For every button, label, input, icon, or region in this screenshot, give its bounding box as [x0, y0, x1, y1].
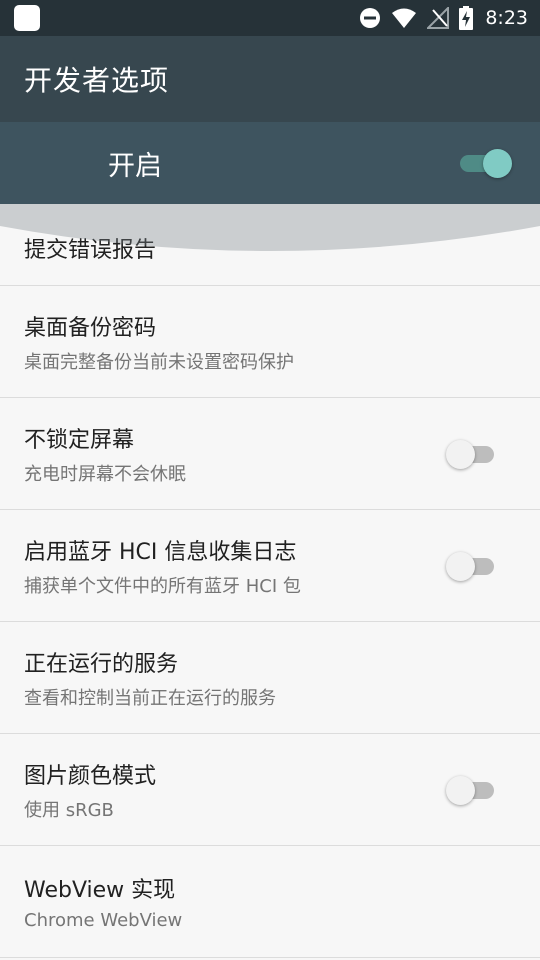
status-bar: 8:23: [0, 0, 540, 36]
battery-charging-icon: [459, 6, 474, 30]
list-item-running-services[interactable]: 正在运行的服务 查看和控制当前正在运行的服务: [0, 622, 540, 734]
preference-list[interactable]: 提交错误报告 桌面备份密码 桌面完整备份当前未设置密码保护 不锁定屏幕 充电时屏…: [0, 204, 540, 960]
master-toggle-switch[interactable]: [458, 146, 512, 180]
list-item-summary: 充电时屏幕不会休眠: [24, 463, 186, 485]
list-item-bluetooth-hci-log[interactable]: 启用蓝牙 HCI 信息收集日志 捕获单个文件中的所有蓝牙 HCI 包: [0, 510, 540, 622]
list-item-title: 图片颜色模式: [24, 763, 157, 789]
list-item-summary: 捕获单个文件中的所有蓝牙 HCI 包: [24, 575, 301, 597]
list-item-bug-report[interactable]: 提交错误报告: [0, 204, 540, 286]
list-item-summary: 查看和控制当前正在运行的服务: [24, 687, 276, 709]
app-toolbar: 开发者选项: [0, 36, 540, 122]
list-item-title: 启用蓝牙 HCI 信息收集日志: [24, 539, 297, 565]
list-item-title: 不锁定屏幕: [24, 427, 135, 453]
list-item-summary: Chrome WebView: [24, 910, 183, 931]
master-switch-label: 开启: [108, 150, 162, 182]
master-switch-bar[interactable]: 开启: [0, 122, 540, 204]
list-item-title: WebView 实现: [24, 878, 176, 903]
bluetooth-hci-toggle-switch[interactable]: [446, 549, 500, 583]
status-time: 8:23: [485, 7, 528, 29]
list-item-desktop-backup-password[interactable]: 桌面备份密码 桌面完整备份当前未设置密码保护: [0, 286, 540, 398]
list-item-title: 桌面备份密码: [24, 315, 157, 341]
list-item-picture-color-mode[interactable]: 图片颜色模式 使用 sRGB: [0, 734, 540, 846]
page-title: 开发者选项: [24, 64, 170, 97]
list-item-title: 提交错误报告: [24, 238, 157, 263]
list-item-summary: 使用 sRGB: [24, 799, 114, 821]
list-item-title: 正在运行的服务: [24, 651, 179, 677]
list-item-summary: 桌面完整备份当前未设置密码保护: [24, 351, 294, 373]
app-notification-icon: [14, 5, 40, 31]
list-item-stay-awake[interactable]: 不锁定屏幕 充电时屏幕不会休眠: [0, 398, 540, 510]
no-signal-icon: [427, 7, 450, 29]
stay-awake-toggle-switch[interactable]: [446, 437, 500, 471]
list-item-webview-implementation[interactable]: WebView 实现 Chrome WebView: [0, 846, 540, 958]
do-not-disturb-icon: [359, 7, 381, 29]
color-mode-toggle-switch[interactable]: [446, 773, 500, 807]
wifi-icon: [391, 7, 417, 29]
